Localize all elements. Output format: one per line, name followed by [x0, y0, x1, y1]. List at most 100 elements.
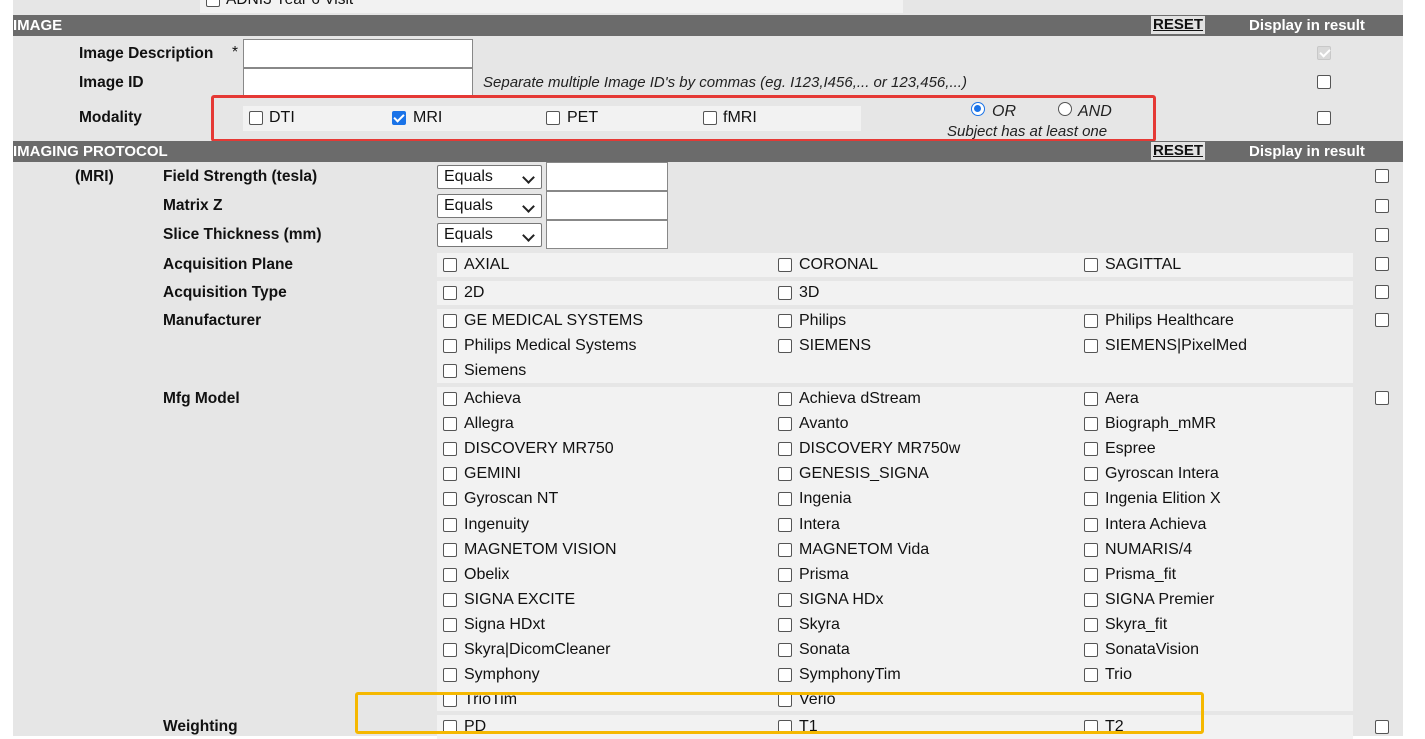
chevron-down-icon	[522, 229, 535, 242]
mfg-model-option-espree-checkbox[interactable]	[1084, 442, 1098, 461]
slice-thickness-display-checkbox[interactable]	[1375, 228, 1389, 247]
mfg-model-option-label: Biograph_mMR	[1105, 415, 1217, 433]
matrix-z-input[interactable]	[546, 191, 668, 220]
slice-thickness-operator-select[interactable]: Equals	[437, 223, 542, 247]
acquisition-type-panel	[437, 281, 1353, 305]
mfg-model-option-aera-checkbox[interactable]	[1084, 392, 1098, 411]
protocol-reset-button[interactable]: RESET	[1151, 142, 1206, 160]
image-description-input[interactable]	[243, 39, 473, 68]
matrix-z-display-checkbox[interactable]	[1375, 199, 1389, 218]
mfg-model-option-sonata-checkbox[interactable]	[778, 643, 792, 662]
manufacturer-option-siemens-checkbox[interactable]	[443, 364, 457, 383]
mfg-model-option-label: Ingenia Elition X	[1105, 490, 1221, 508]
field-strength-label: Field Strength (tesla)	[163, 168, 318, 185]
mfg-model-option-biograph-mmr-checkbox[interactable]	[1084, 417, 1098, 436]
mfg-model-option-label: DISCOVERY MR750w	[799, 440, 961, 458]
modality-label: Modality	[79, 109, 142, 126]
mfg-model-option-label: SIGNA EXCITE	[464, 590, 576, 608]
acquisition-plane-display-checkbox[interactable]	[1375, 257, 1389, 276]
manufacturer-option-siemens-checkbox[interactable]	[778, 339, 792, 358]
weighting-display-checkbox[interactable]	[1375, 720, 1389, 739]
mfg-model-option-genesis-signa-checkbox[interactable]	[778, 467, 792, 486]
manufacturer-display-checkbox[interactable]	[1375, 313, 1389, 332]
mfg-model-option-label: Symphony	[464, 666, 540, 684]
slice-thickness-operator-value: Equals	[444, 226, 493, 243]
mfg-model-option-label: SymphonyTim	[799, 666, 901, 684]
mfg-model-option-label: Espree	[1105, 440, 1156, 458]
mfg-model-option-discovery-mr750w-checkbox[interactable]	[778, 442, 792, 461]
mfg-model-display-checkbox[interactable]	[1375, 391, 1389, 410]
mfg-model-option-signa-hdxt-checkbox[interactable]	[443, 617, 457, 637]
acquisition-plane-option-label: CORONAL	[799, 256, 879, 273]
acquisition-plane-option-axial-checkbox[interactable]	[443, 258, 457, 277]
slice-thickness-input[interactable]	[546, 220, 668, 249]
mfg-model-option-achieva-checkbox[interactable]	[443, 392, 457, 411]
visit-label: ADNI3 Year 6 Visit	[226, 0, 353, 9]
acquisition-plane-option-coronal-checkbox[interactable]	[778, 258, 792, 277]
manufacturer-option-siemens-pixelmed-checkbox[interactable]	[1084, 339, 1098, 358]
mfg-model-option-ingenia-elition-x-checkbox[interactable]	[1084, 492, 1098, 511]
manufacturer-option-ge-medical-systems-checkbox[interactable]	[443, 314, 457, 333]
mfg-model-option-label: Trio	[1105, 666, 1132, 684]
mfg-model-option-intera-checkbox[interactable]	[778, 517, 792, 537]
mfg-model-option-gyroscan-intera-checkbox[interactable]	[1084, 467, 1098, 486]
mfg-model-option-achieva-dstream-checkbox[interactable]	[778, 392, 792, 411]
mfg-model-option-prisma-fit-checkbox[interactable]	[1084, 567, 1098, 587]
mfg-model-option-signa-hdx-checkbox[interactable]	[778, 592, 792, 612]
acquisition-type-display-checkbox[interactable]	[1375, 285, 1389, 304]
required-marker: *	[232, 44, 239, 61]
mfg-model-option-intera-achieva-checkbox[interactable]	[1084, 517, 1098, 537]
field-strength-operator-value: Equals	[444, 168, 493, 185]
acquisition-plane-panel	[437, 253, 1353, 277]
mfg-model-option-skyra-fit-checkbox[interactable]	[1084, 617, 1098, 637]
acquisition-type-option-3d-checkbox[interactable]	[778, 286, 792, 305]
mfg-model-label: Mfg Model	[163, 390, 240, 407]
image-reset-button[interactable]: RESET	[1151, 16, 1206, 34]
mri-tag: (MRI)	[75, 168, 114, 185]
mfg-model-option-signa-premier-checkbox[interactable]	[1084, 592, 1098, 612]
mfg-model-option-obelix-checkbox[interactable]	[443, 567, 457, 587]
visit-checkbox[interactable]	[206, 0, 220, 7]
field-strength-operator-select[interactable]: Equals	[437, 165, 542, 189]
field-strength-input[interactable]	[546, 162, 668, 191]
manufacturer-option-philips-healthcare-checkbox[interactable]	[1084, 314, 1098, 333]
modality-display-checkbox[interactable]	[1317, 111, 1331, 130]
mfg-model-option-symphonytim-checkbox[interactable]	[778, 668, 792, 687]
manufacturer-option-label: Philips	[799, 312, 847, 329]
mfg-model-option-discovery-mr750-checkbox[interactable]	[443, 442, 457, 461]
mfg-model-option-allegra-checkbox[interactable]	[443, 417, 457, 436]
mfg-model-option-label: Intera	[799, 515, 840, 533]
mfg-model-option-label: MAGNETOM Vida	[799, 540, 930, 558]
image-id-label: Image ID	[79, 74, 144, 91]
mfg-model-option-skyra-dicomcleaner-checkbox[interactable]	[443, 643, 457, 662]
mfg-model-option-ingenuity-checkbox[interactable]	[443, 517, 457, 537]
mfg-model-option-prisma-checkbox[interactable]	[778, 567, 792, 587]
image-id-input[interactable]	[243, 68, 473, 97]
manufacturer-option-philips-checkbox[interactable]	[778, 314, 792, 333]
mfg-model-option-avanto-checkbox[interactable]	[778, 417, 792, 436]
acquisition-type-option-label: 2D	[464, 284, 485, 301]
mfg-model-option-label: Ingenia	[799, 490, 852, 508]
mfg-model-option-trio-checkbox[interactable]	[1084, 668, 1098, 687]
matrix-z-operator-select[interactable]: Equals	[437, 194, 542, 218]
manufacturer-option-philips-medical-systems-checkbox[interactable]	[443, 339, 457, 358]
mfg-model-option-label: Achieva	[464, 390, 521, 407]
mfg-model-option-numaris-4-checkbox[interactable]	[1084, 542, 1098, 562]
field-strength-display-checkbox[interactable]	[1375, 169, 1389, 188]
acquisition-type-option-2d-checkbox[interactable]	[443, 286, 457, 305]
mfg-model-option-gemini-checkbox[interactable]	[443, 467, 457, 486]
mfg-model-option-magnetom-vision-checkbox[interactable]	[443, 542, 457, 562]
mfg-model-option-label: Avanto	[799, 415, 849, 433]
mfg-model-option-gyroscan-nt-checkbox[interactable]	[443, 492, 457, 511]
mfg-model-option-skyra-checkbox[interactable]	[778, 617, 792, 637]
manufacturer-option-label: Siemens	[464, 362, 527, 380]
protocol-section-header: IMAGING PROTOCOL RESET Display in result	[13, 141, 1403, 162]
mfg-model-option-signa-excite-checkbox[interactable]	[443, 592, 457, 612]
image-id-display-checkbox[interactable]	[1317, 75, 1331, 94]
image-section-header: IMAGE RESET Display in result	[13, 15, 1403, 36]
mfg-model-option-sonatavision-checkbox[interactable]	[1084, 643, 1098, 662]
acquisition-plane-option-sagittal-checkbox[interactable]	[1084, 258, 1098, 277]
mfg-model-option-symphony-checkbox[interactable]	[443, 668, 457, 687]
mfg-model-option-magnetom-vida-checkbox[interactable]	[778, 542, 792, 562]
mfg-model-option-ingenia-checkbox[interactable]	[778, 492, 792, 511]
